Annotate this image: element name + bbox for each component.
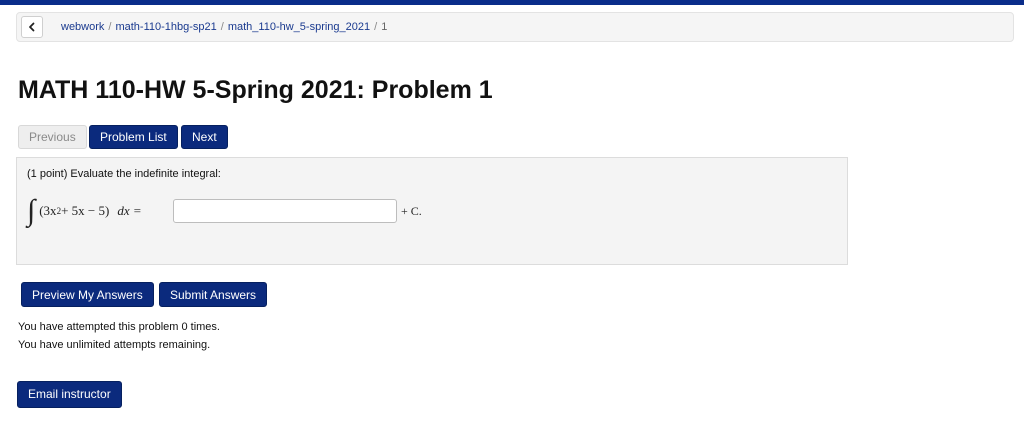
integral-expression: ∫ (3x 2 + 5x − 5) dx = [27,194,142,228]
next-button[interactable]: Next [181,125,228,149]
breadcrumb-separator: / [374,21,378,33]
page-title: MATH 110-HW 5-Spring 2021: Problem 1 [18,76,493,104]
problem-panel: (1 point) Evaluate the indefinite integr… [16,157,848,265]
constant-of-integration: + C. [401,204,422,218]
attempts-remaining-text: You have unlimited attempts remaining. [18,339,211,351]
back-button[interactable] [21,16,43,38]
chevron-left-icon [29,22,35,32]
breadcrumb-trail: webwork / math-110-1hbg-sp21/math_110-hw_5… [61,13,387,41]
breadcrumb-separator: / [108,21,112,33]
integral-symbol: ∫ [27,194,36,227]
previous-button[interactable]: Previous [18,125,87,149]
submit-answers-button[interactable]: Submit Answers [159,282,268,307]
problem-list-button[interactable]: Problem List [89,125,178,149]
integrand-rest: + 5x − 5) [61,203,110,218]
breadcrumb: webwork / math-110-1hbg-sp21/math_110-hw_5… [16,12,1014,42]
differential: dx = [117,203,142,218]
answer-input[interactable] [173,199,397,223]
breadcrumb-separator: / [220,21,224,33]
breadcrumb-link-webwork[interactable]: webwork [61,21,104,33]
preview-answers-button[interactable]: Preview My Answers [21,282,154,307]
integrand-open: (3x [39,203,57,218]
attempts-count-text: You have attempted this problem 0 times. [18,321,220,333]
breadcrumb-current: 1 [381,21,388,33]
problem-prompt: (1 point) Evaluate the indefinite integr… [27,168,221,180]
breadcrumb-link-set[interactable]: math_110-hw_5-spring_2021 [228,21,370,33]
email-instructor-button[interactable]: Email instructor [17,381,122,408]
top-accent-bar [0,0,1024,5]
breadcrumb-link-course[interactable]: math-110-1hbg-sp21 [115,21,216,33]
